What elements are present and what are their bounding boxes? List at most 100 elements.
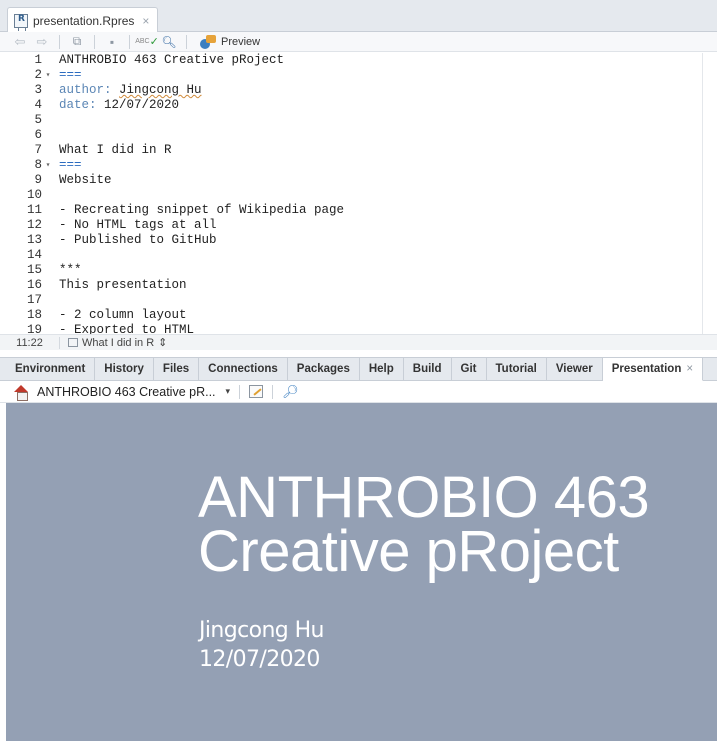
code-line[interactable]: 2 ▾ ===	[0, 68, 717, 83]
tab-history[interactable]: History	[95, 358, 154, 380]
editor-scrollbar[interactable]	[702, 53, 717, 334]
code-text: - 2 column layout	[59, 308, 187, 322]
slide-title: ANTHROBIO 463 Creative pRoject	[198, 469, 698, 584]
code-line[interactable]: 4 date: 12/07/2020	[0, 98, 717, 113]
fold-toggle-icon[interactable]: ▾	[42, 158, 54, 173]
code-text: ===	[59, 158, 82, 172]
fold-toggle-icon	[42, 83, 54, 98]
code-line[interactable]: 14	[0, 248, 717, 263]
fold-toggle-icon	[42, 323, 54, 334]
code-line[interactable]: 5	[0, 113, 717, 128]
code-line[interactable]: 16 This presentation	[0, 278, 717, 293]
code-text: - Published to GitHub	[59, 233, 217, 247]
yaml-key: date:	[59, 98, 97, 112]
section-navigator[interactable]: What I did in R ⇕	[60, 336, 167, 349]
tab-label: Build	[412, 363, 442, 375]
toolbar-divider	[239, 384, 241, 399]
tab-git[interactable]: Git	[452, 358, 487, 380]
code-line[interactable]: 18 - 2 column layout	[0, 308, 717, 323]
code-line[interactable]: 13 - Published to GitHub	[0, 233, 717, 248]
toolbar-divider	[94, 34, 95, 49]
tab-label: Environment	[15, 363, 86, 375]
tab-label: Git	[460, 363, 477, 375]
tab-label: Connections	[208, 363, 278, 375]
line-number: 4	[34, 98, 42, 112]
code-text: ANTHROBIO 463 Creative pRoject	[59, 53, 285, 67]
fold-toggle-icon	[42, 248, 54, 263]
tab-build[interactable]: Build	[404, 358, 452, 380]
save-icon[interactable]: ▪	[104, 34, 120, 50]
tab-tutorial[interactable]: Tutorial	[487, 358, 547, 380]
close-tab-icon[interactable]: ×	[142, 14, 149, 28]
home-icon[interactable]	[14, 384, 29, 401]
fold-toggle-icon[interactable]: ▾	[42, 68, 54, 83]
close-tab-icon[interactable]: ×	[686, 363, 693, 375]
line-number: 17	[26, 293, 42, 307]
code-text: ===	[59, 68, 82, 82]
code-line[interactable]: 12 - No HTML tags at all	[0, 218, 717, 233]
zoom-icon[interactable]: 🔎︎	[282, 384, 299, 400]
code-line[interactable]: 11 - Recreating snippet of Wikipedia page	[0, 203, 717, 218]
fold-toggle-icon	[42, 188, 54, 203]
tab-environment[interactable]: Environment	[6, 358, 96, 380]
code-line[interactable]: 1 ANTHROBIO 463 Creative pRoject	[0, 53, 717, 68]
file-tab-label: presentation.Rpres	[33, 13, 135, 28]
tab-label: Help	[368, 363, 394, 375]
tab-connections[interactable]: Connections	[199, 358, 288, 380]
tab-viewer[interactable]: Viewer	[547, 358, 603, 380]
fold-toggle-icon	[42, 203, 54, 218]
section-updown-icon: ⇕	[158, 337, 168, 349]
line-number: 12	[26, 218, 42, 232]
slide-date: 12/07/2020	[199, 647, 320, 672]
editor-toolbar: ⇦ ⇨ ⧉ ▪ ABC ✓ 🔍︎ Preview	[0, 32, 717, 52]
tab-files[interactable]: Files	[154, 358, 200, 380]
rpres-file-icon	[14, 13, 28, 31]
presentation-slide: ANTHROBIO 463 Creative pRoject Jingcong …	[6, 403, 717, 741]
tab-presentation[interactable]: Presentation ×	[602, 358, 704, 381]
back-arrow-icon[interactable]: ⇦	[12, 34, 28, 50]
fold-toggle-icon	[42, 278, 54, 293]
edit-slide-icon[interactable]	[249, 385, 264, 398]
line-number: 9	[34, 173, 42, 187]
line-number: 14	[26, 248, 42, 262]
code-line[interactable]: 8 ▾ ===	[0, 158, 717, 173]
preview-button[interactable]: Preview	[200, 34, 261, 49]
slide-title-line-2: Creative pRoject	[198, 519, 619, 584]
fold-toggle-icon	[42, 98, 54, 113]
toolbar-divider	[186, 34, 187, 49]
code-line[interactable]: 17	[0, 293, 717, 308]
code-line[interactable]: 6	[0, 128, 717, 143]
tab-label: History	[104, 363, 144, 375]
tab-packages[interactable]: Packages	[288, 358, 360, 380]
tab-label: Packages	[296, 363, 350, 375]
spellcheck-icon[interactable]: ABC ✓	[135, 34, 159, 50]
file-tab-presentation[interactable]: presentation.Rpres ×	[7, 7, 159, 33]
slide-meta: Jingcong Hu 12/07/2020	[199, 616, 324, 674]
fold-toggle-icon	[42, 53, 54, 68]
code-line[interactable]: 9 Website	[0, 173, 717, 188]
code-line[interactable]: 15 ***	[0, 263, 717, 278]
code-line[interactable]: 10	[0, 188, 717, 203]
spellcheck-label: ABC	[135, 38, 150, 45]
find-replace-icon[interactable]: 🔍︎	[161, 34, 177, 50]
show-in-window-icon[interactable]: ⧉	[69, 34, 85, 50]
section-icon	[68, 338, 78, 347]
preview-label: Preview	[221, 35, 261, 48]
forward-arrow-icon[interactable]: ⇨	[34, 34, 50, 50]
code-line[interactable]: 7 What I did in R	[0, 143, 717, 158]
tab-help[interactable]: Help	[360, 358, 404, 380]
section-label: What I did in R	[82, 336, 155, 349]
slide-selector[interactable]: ANTHROBIO 463 Creative pR... ▾	[37, 385, 230, 399]
fold-toggle-icon	[42, 113, 54, 128]
line-number: 2	[34, 68, 42, 82]
chevron-down-icon: ▾	[225, 386, 231, 396]
fold-toggle-icon	[42, 143, 54, 158]
toolbar-divider	[129, 34, 130, 49]
code-line[interactable]: 19 - Exported to HTML	[0, 323, 717, 334]
line-number: 6	[34, 128, 42, 142]
code-line[interactable]: 3 author: Jingcong Hu	[0, 83, 717, 98]
code-editor[interactable]: 1 ANTHROBIO 463 Creative pRoject 2 ▾ === 3 aut…	[0, 53, 717, 334]
